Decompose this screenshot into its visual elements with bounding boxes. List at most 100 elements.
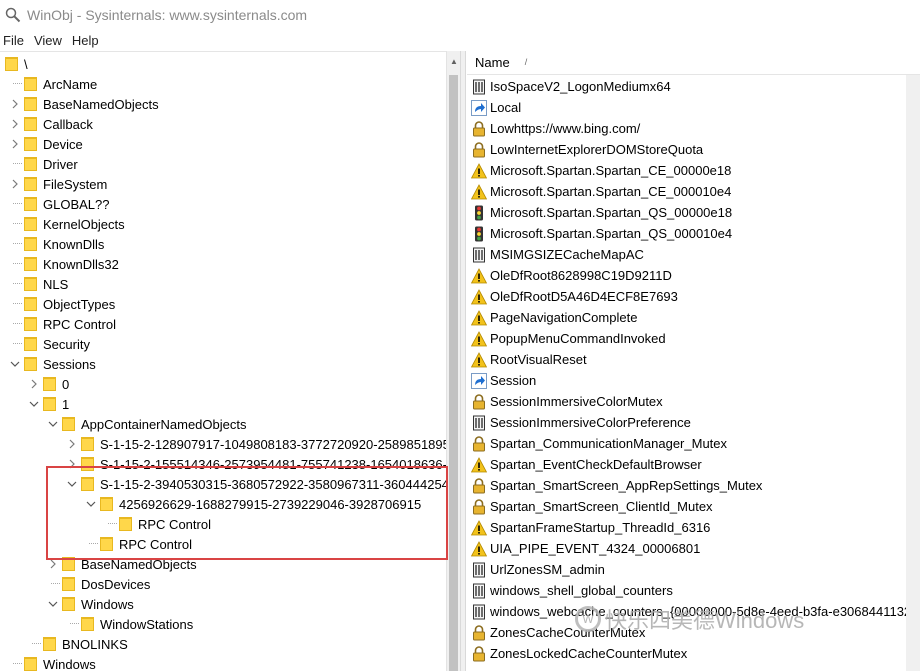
list-item[interactable]: windows_webcache_counters_{00000000-5d8e… xyxy=(471,601,920,622)
tree-node[interactable]: BaseNamedObjects xyxy=(50,554,197,574)
chevron-right-icon[interactable] xyxy=(10,118,20,130)
list-item[interactable]: SessionImmersiveColorMutex xyxy=(471,391,663,412)
tree-node[interactable]: Driver xyxy=(13,154,78,174)
chevron-down-icon[interactable] xyxy=(10,358,20,370)
tree-scrollbar-thumb[interactable] xyxy=(449,75,458,671)
menu-file[interactable]: File xyxy=(0,33,31,48)
event-warning-icon xyxy=(471,183,487,200)
list-item[interactable]: UIA_PIPE_EVENT_4324_00006801 xyxy=(471,538,700,559)
list-item[interactable]: Microsoft.Spartan.Spartan_QS_000010e4 xyxy=(471,223,732,244)
column-header-name[interactable]: Name xyxy=(467,55,510,70)
list-item[interactable]: Spartan_SmartScreen_ClientId_Mutex xyxy=(471,496,713,517)
tree-node[interactable]: Sessions xyxy=(10,354,96,374)
menu-help[interactable]: Help xyxy=(69,33,106,48)
tree-node[interactable]: NLS xyxy=(13,274,68,294)
chevron-right-icon[interactable] xyxy=(10,98,20,110)
tree-node[interactable]: KernelObjects xyxy=(13,214,125,234)
list-item[interactable]: OleDfRootD5A46D4ECF8E7693 xyxy=(471,286,678,307)
tree-node[interactable]: Callback xyxy=(12,114,93,134)
list-item[interactable]: OleDfRoot8628998C19D9211D xyxy=(471,265,672,286)
list-item[interactable]: ZonesLockedCacheCounterMutex xyxy=(471,643,687,664)
tree-node[interactable]: FileSystem xyxy=(12,174,107,194)
list-item[interactable]: LowInternetExplorerDOMStoreQuota xyxy=(471,139,703,160)
tree-node[interactable]: BNOLINKS xyxy=(32,634,128,654)
list-item[interactable]: MSIMGSIZECacheMapAC xyxy=(471,244,644,265)
list-item[interactable]: ZonesCacheCounterMutex xyxy=(471,622,645,643)
tree-node[interactable]: GLOBAL?? xyxy=(13,194,110,214)
object-list[interactable]: Name / IsoSpaceV2_LogonMediumx64 Local Low… xyxy=(467,51,920,671)
list-item[interactable]: RootVisualReset xyxy=(471,349,587,370)
tree-scrollbar[interactable]: ▲ xyxy=(446,51,460,671)
menu-view[interactable]: View xyxy=(31,33,69,48)
chevron-down-icon[interactable] xyxy=(48,418,58,430)
chevron-down-icon[interactable] xyxy=(48,598,58,610)
tree-node[interactable]: Windows xyxy=(48,594,134,614)
list-scrollbar[interactable] xyxy=(906,75,920,671)
tree-node[interactable]: S-1-15-2-155514346-2573954481-755741238-… xyxy=(69,454,454,474)
tree-node[interactable]: Security xyxy=(13,334,90,354)
chevron-right-icon[interactable] xyxy=(67,438,77,450)
tree-node[interactable]: S-1-15-2-128907917-1049808183-3772720920… xyxy=(69,434,454,454)
list-item[interactable]: PopupMenuCommandInvoked xyxy=(471,328,666,349)
chevron-down-icon[interactable] xyxy=(29,398,39,410)
tree-node[interactable]: KnownDlls32 xyxy=(13,254,119,274)
chevron-down-icon[interactable] xyxy=(67,478,77,490)
list-item[interactable]: SpartanFrameStartup_ThreadId_6316 xyxy=(471,517,710,538)
list-item[interactable]: Session xyxy=(471,370,536,391)
tree-node[interactable]: ObjectTypes xyxy=(13,294,115,314)
list-item[interactable]: IsoSpaceV2_LogonMediumx64 xyxy=(471,76,671,97)
tree-node[interactable]: RPC Control xyxy=(89,534,192,554)
chevron-right-icon[interactable] xyxy=(67,458,77,470)
tree-connector xyxy=(70,623,79,624)
event-warning-icon xyxy=(471,519,487,536)
tree-node[interactable]: ArcName xyxy=(13,74,98,94)
tree-node-label: DosDevices xyxy=(81,576,151,592)
tree-node[interactable]: WindowStations xyxy=(70,614,193,634)
list-item[interactable]: Spartan_SmartScreen_AppRepSettings_Mutex xyxy=(471,475,762,496)
tree-node[interactable]: \ xyxy=(5,54,28,74)
list-item[interactable]: Local xyxy=(471,97,521,118)
tree-node[interactable]: RPC Control xyxy=(13,314,116,334)
tree-node-label: ArcName xyxy=(43,76,98,92)
scroll-up-icon[interactable]: ▲ xyxy=(447,55,461,69)
tree-node[interactable]: S-1-15-2-3940530315-3680572922-358096731… xyxy=(67,474,449,494)
chevron-right-icon[interactable] xyxy=(10,178,20,190)
list-item[interactable]: Microsoft.Spartan.Spartan_QS_00000e18 xyxy=(471,202,732,223)
tree-connector xyxy=(13,203,22,204)
tree-node[interactable]: Device xyxy=(12,134,83,154)
list-item[interactable]: Microsoft.Spartan.Spartan_CE_000010e4 xyxy=(471,181,731,202)
list-item[interactable]: SessionImmersiveColorPreference xyxy=(471,412,691,433)
list-item[interactable]: Spartan_CommunicationManager_Mutex xyxy=(471,433,727,454)
tree-node[interactable]: Windows xyxy=(13,654,96,671)
folder-icon xyxy=(24,257,37,271)
list-item[interactable]: windows_shell_global_counters xyxy=(471,580,673,601)
tree-node[interactable]: 1 xyxy=(29,394,69,414)
tree-node[interactable]: 0 xyxy=(31,374,69,394)
chevron-right-icon[interactable] xyxy=(29,378,39,390)
list-item[interactable]: PageNavigationComplete xyxy=(471,307,637,328)
chevron-down-icon[interactable] xyxy=(86,498,96,510)
tree-node[interactable]: KnownDlls xyxy=(13,234,104,254)
list-item-label: LowInternetExplorerDOMStoreQuota xyxy=(490,142,704,157)
tree-node-label: KnownDlls32 xyxy=(43,256,119,272)
object-tree[interactable]: \ ArcName BaseNamedObjects Callback Device Dr… xyxy=(0,51,459,671)
chevron-right-icon[interactable] xyxy=(48,558,58,570)
lock-icon xyxy=(471,498,487,515)
tree-node[interactable]: RPC Control xyxy=(108,514,211,534)
list-item[interactable]: Microsoft.Spartan.Spartan_CE_00000e18 xyxy=(471,160,731,181)
folder-icon xyxy=(24,657,37,671)
tree-node[interactable]: DosDevices xyxy=(51,574,151,594)
list-item-label: PopupMenuCommandInvoked xyxy=(490,331,666,346)
tree-connector xyxy=(13,263,22,264)
list-item[interactable]: UrlZonesSM_admin xyxy=(471,559,605,580)
tree-node[interactable]: AppContainerNamedObjects xyxy=(48,414,246,434)
list-item-label: Microsoft.Spartan.Spartan_CE_00000e18 xyxy=(490,163,732,178)
tree-node[interactable]: BaseNamedObjects xyxy=(12,94,159,114)
tree-node[interactable]: 4256926629-1688279915-2739229046-3928706… xyxy=(86,494,421,514)
chevron-right-icon[interactable] xyxy=(10,138,20,150)
pane-splitter[interactable] xyxy=(460,51,466,671)
tree-connector xyxy=(13,83,22,84)
list-item[interactable]: Spartan_EventCheckDefaultBrowser xyxy=(471,454,702,475)
list-item[interactable]: Lowhttps://www.bing.com/ xyxy=(471,118,640,139)
list-item-label: Local xyxy=(490,100,522,115)
